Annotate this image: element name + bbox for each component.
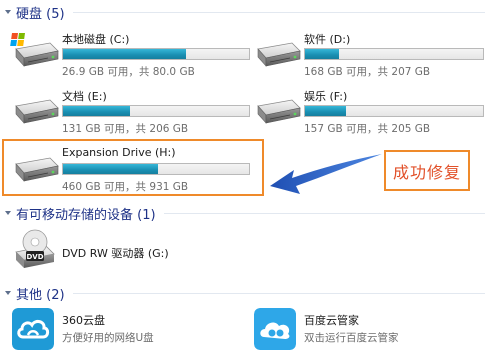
- drive-name: 软件 (D:): [304, 33, 351, 46]
- app-name: 百度云管家: [304, 314, 359, 327]
- hard-drive-icon: [252, 88, 302, 130]
- app-baidu-cloud[interactable]: 百度云管家 双击运行百度云管家: [254, 308, 484, 352]
- usage-bar: [62, 48, 250, 60]
- drive-f[interactable]: 娱乐 (F:) 157 GB 可用，共 205 GB: [252, 88, 488, 135]
- drive-d[interactable]: 软件 (D:) 168 GB 可用，共 207 GB: [252, 31, 488, 78]
- annotation-callout: 成功修复: [384, 150, 470, 191]
- app-name: 360云盘: [62, 314, 105, 327]
- section-header-removable[interactable]: 有可移动存储的设备 (1): [0, 203, 489, 223]
- collapse-chevron-icon[interactable]: [2, 287, 14, 299]
- section-title: 有可移动存储的设备 (1): [16, 207, 156, 223]
- usage-bar-fill: [63, 106, 130, 116]
- annotation-text: 成功修复: [392, 162, 461, 182]
- usage-bar-fill: [63, 49, 186, 59]
- 360-cloud-icon: [12, 308, 54, 350]
- highlight-box: [2, 139, 264, 196]
- section-divider: [72, 292, 485, 294]
- collapse-chevron-icon[interactable]: [2, 207, 14, 219]
- drive-space-text: 157 GB 可用，共 205 GB: [304, 123, 431, 135]
- baidu-cloud-icon: [254, 308, 296, 350]
- usage-bar-fill: [305, 49, 339, 59]
- dvd-drive-g[interactable]: DVD DVD RW 驱动器 (G:): [10, 228, 250, 274]
- app-360-cloud[interactable]: 360云盘 方便好用的网络U盘: [12, 308, 242, 352]
- usage-bar: [304, 48, 484, 60]
- drive-space-text: 131 GB 可用，共 206 GB: [62, 123, 189, 135]
- drive-name: 娱乐 (F:): [304, 90, 348, 103]
- usage-bar-fill: [305, 106, 346, 116]
- drive-c[interactable]: 本地磁盘 (C:) 26.9 GB 可用，共 80.0 GB: [10, 31, 250, 78]
- section-header-other[interactable]: 其他 (2): [0, 283, 489, 303]
- hard-drive-icon: [252, 31, 302, 73]
- arrow-icon: [270, 154, 382, 194]
- drive-name: 文档 (E:): [62, 90, 107, 103]
- drive-space-text: 26.9 GB 可用，共 80.0 GB: [62, 66, 195, 78]
- section-header-hard-disks[interactable]: 硬盘 (5): [0, 2, 489, 22]
- collapse-chevron-icon[interactable]: [2, 6, 14, 18]
- app-description: 双击运行百度云管家: [304, 332, 399, 344]
- usage-bar: [304, 105, 484, 117]
- device-name: DVD RW 驱动器 (G:): [62, 247, 169, 260]
- section-divider: [163, 212, 485, 214]
- section-title: 其他 (2): [16, 287, 65, 303]
- app-description: 方便好用的网络U盘: [62, 332, 154, 344]
- section-title: 硬盘 (5): [16, 6, 65, 22]
- section-divider: [72, 11, 485, 13]
- dvd-drive-icon: DVD: [15, 229, 55, 268]
- drive-e[interactable]: 文档 (E:) 131 GB 可用，共 206 GB: [10, 88, 250, 135]
- drive-space-text: 168 GB 可用，共 207 GB: [304, 66, 431, 78]
- svg-text:DVD: DVD: [26, 253, 43, 261]
- hard-drive-icon: [10, 88, 60, 130]
- usage-bar: [62, 105, 250, 117]
- windows-system-drive-icon: [10, 33, 60, 73]
- drive-name: 本地磁盘 (C:): [62, 33, 130, 46]
